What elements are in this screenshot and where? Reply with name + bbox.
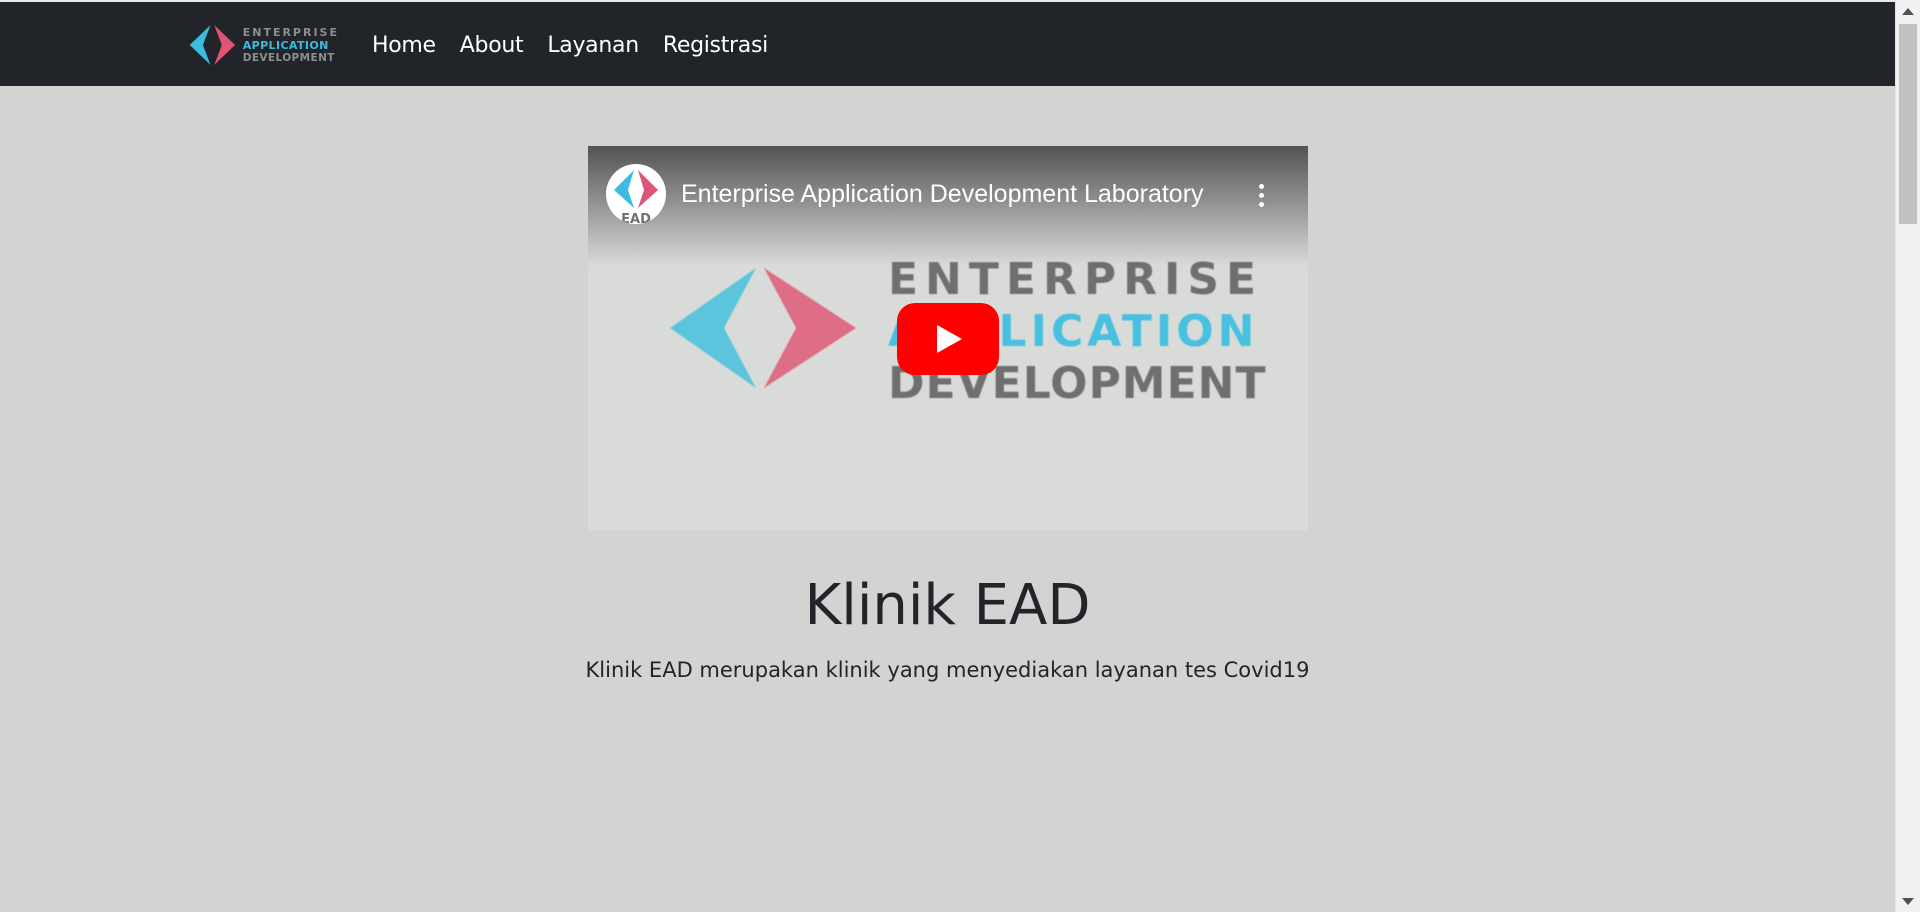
brand-diamond-icon <box>189 25 236 65</box>
kebab-dot <box>1258 201 1264 207</box>
nav-link-registrasi[interactable]: Registrasi <box>651 31 780 61</box>
brand-line-3: DEVELOPMENT <box>242 51 335 64</box>
nav-links: Home About Layanan Registrasi <box>372 31 780 61</box>
channel-avatar-logo-icon: EAD <box>614 170 658 224</box>
page-lead-text: Klinik EAD merupakan klinik yang menyedi… <box>585 658 1310 682</box>
video-thumbnail-diamond-logo <box>670 268 856 388</box>
nav-link-home[interactable]: Home <box>372 31 448 61</box>
brand-line-2: APPLICATION <box>242 38 329 52</box>
brand-logo[interactable]: ENTERPRISE APPLICATION DEVELOPMENT <box>184 22 339 68</box>
video-title[interactable]: Enterprise Application Development Labor… <box>681 178 1241 210</box>
scroll-down-arrow-icon[interactable] <box>1902 898 1914 905</box>
youtube-video-embed[interactable]: ENTERPRISE APPLICATION DEVELOPMENT EAD E… <box>588 146 1308 530</box>
channel-avatar[interactable]: EAD <box>606 164 666 224</box>
scroll-up-arrow-icon[interactable] <box>1902 8 1914 15</box>
nav-link-layanan[interactable]: Layanan <box>535 31 651 61</box>
kebab-dot <box>1258 183 1264 189</box>
brand-line-1: ENTERPRISE <box>242 25 339 39</box>
youtube-play-icon[interactable] <box>897 303 999 375</box>
more-vert-icon[interactable] <box>1246 178 1276 212</box>
top-navbar: ENTERPRISE APPLICATION DEVELOPMENT Home … <box>0 0 1895 86</box>
scrollbar-thumb[interactable] <box>1899 24 1917 224</box>
nav-link-about[interactable]: About <box>448 31 536 61</box>
page-title: Klinik EAD <box>804 573 1091 638</box>
vertical-scrollbar[interactable] <box>1895 0 1920 912</box>
brand-wordmark: ENTERPRISE APPLICATION DEVELOPMENT <box>243 26 339 65</box>
kebab-dot <box>1258 192 1264 198</box>
